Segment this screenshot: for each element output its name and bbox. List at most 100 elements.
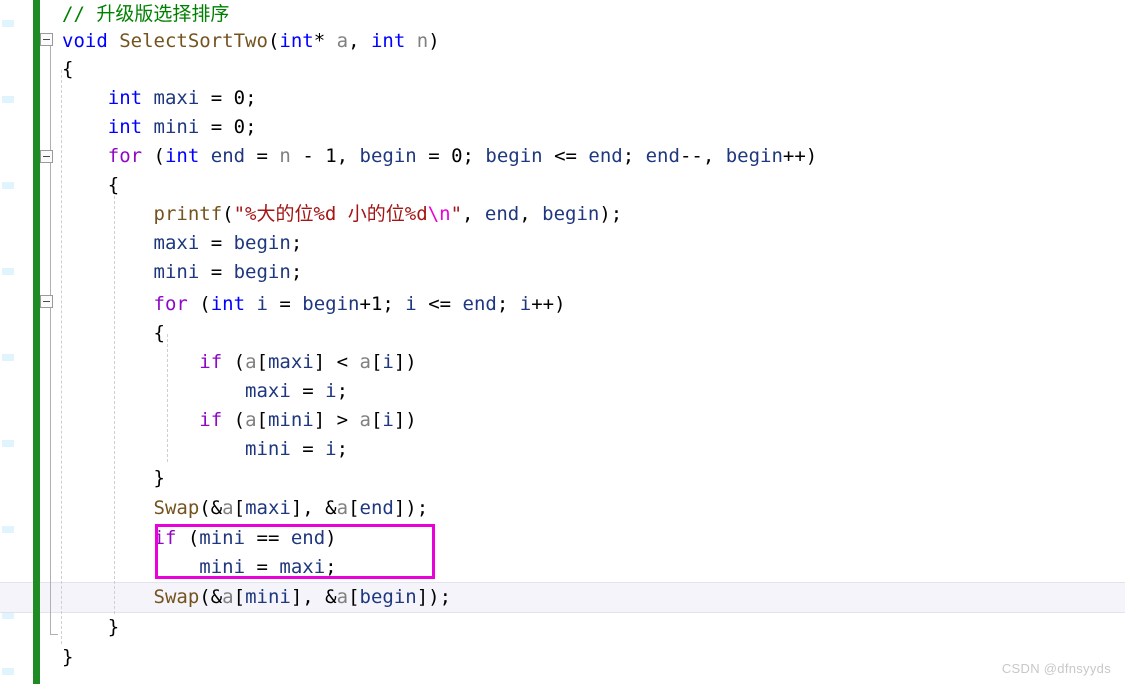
code-token: int xyxy=(107,116,143,138)
code-token: ++) xyxy=(782,145,818,167)
code-token: begin xyxy=(233,232,291,254)
code-line[interactable]: for (int i = begin+1; i <= end; i++) xyxy=(0,290,1125,319)
code-token: mini xyxy=(245,586,291,608)
code-token: " xyxy=(450,203,463,225)
code-token: begin xyxy=(302,293,360,315)
code-token: begin xyxy=(233,261,291,283)
code-token: end xyxy=(210,145,246,167)
code-line[interactable]: mini = i; xyxy=(0,435,1125,464)
code-token: Swap xyxy=(153,497,200,519)
code-token: maxi xyxy=(245,380,291,402)
code-token: begin xyxy=(485,145,543,167)
code-line[interactable]: printf("%大的位%d 小的位%d\n", end, begin); xyxy=(0,200,1125,229)
code-token: begin xyxy=(542,203,600,225)
code-line[interactable]: { xyxy=(0,319,1125,348)
code-line[interactable]: if (mini == end) xyxy=(0,524,1125,553)
code-line[interactable]: { xyxy=(0,171,1125,200)
code-token: a xyxy=(359,409,371,431)
code-line[interactable]: for (int end = n - 1, begin = 0; begin <… xyxy=(0,142,1125,171)
code-line[interactable]: } xyxy=(0,464,1125,493)
code-line[interactable]: void SelectSortTwo(int* a, int n) xyxy=(0,27,1125,56)
code-token: ; xyxy=(336,438,349,460)
code-token: a xyxy=(222,586,234,608)
code-token: begin xyxy=(359,145,417,167)
code-token: { xyxy=(62,58,74,80)
code-line[interactable]: { xyxy=(0,55,1125,84)
code-token: , xyxy=(348,30,371,52)
code-token: ; xyxy=(496,293,520,315)
code-token: ], & xyxy=(290,497,337,519)
code-line[interactable]: } xyxy=(0,613,1125,642)
code-token: "%大的位%d 小的位%d xyxy=(233,203,428,225)
code-token: = xyxy=(416,145,452,167)
code-line[interactable]: if (a[maxi] < a[i]) xyxy=(0,348,1125,377)
code-token: void xyxy=(62,30,108,52)
code-token: } xyxy=(62,616,120,638)
code-token: ( xyxy=(267,30,280,52)
code-token: end xyxy=(462,293,497,315)
code-text[interactable]: // 升级版选择排序 void SelectSortTwo(int* a, int… xyxy=(0,0,1125,684)
code-token: end xyxy=(290,527,326,549)
code-token: mini xyxy=(153,261,200,283)
code-token: end xyxy=(588,145,623,167)
code-line[interactable]: // 升级版选择排序 xyxy=(0,0,1125,29)
code-token: , xyxy=(462,203,485,225)
code-token: for xyxy=(153,293,188,315)
code-token: 0 xyxy=(233,87,246,109)
code-line[interactable]: int mini = 0; xyxy=(0,113,1125,142)
code-line[interactable]: int maxi = 0; xyxy=(0,84,1125,113)
code-line[interactable]: mini = maxi; xyxy=(0,553,1125,582)
code-token: ; xyxy=(245,87,257,109)
code-token: a xyxy=(336,497,349,519)
code-editor-surface[interactable]: // 升级版选择排序 void SelectSortTwo(int* a, int… xyxy=(0,0,1125,684)
code-token: ( xyxy=(187,293,211,315)
code-line[interactable]: Swap(&a[mini], &a[begin]); xyxy=(0,583,1125,612)
code-token: 0 xyxy=(233,116,246,138)
watermark-label: CSDN @dfnsyyds xyxy=(1001,661,1111,676)
code-line[interactable]: Swap(&a[maxi], &a[end]); xyxy=(0,494,1125,523)
code-token: end xyxy=(359,497,394,519)
code-line[interactable]: if (a[mini] > a[i]) xyxy=(0,406,1125,435)
code-token: a xyxy=(336,586,349,608)
code-token: a xyxy=(336,30,349,52)
code-token: [ xyxy=(233,497,246,519)
code-token: \n xyxy=(427,203,451,225)
code-token: <= xyxy=(542,145,589,167)
code-token: (& xyxy=(199,586,223,608)
code-token: = xyxy=(199,261,234,283)
code-token: // 升级版选择排序 xyxy=(62,3,230,25)
code-token: maxi xyxy=(153,87,200,109)
code-token: ; xyxy=(336,380,349,402)
code-token: ; xyxy=(622,145,646,167)
code-token: i xyxy=(382,409,394,431)
code-line[interactable]: mini = begin; xyxy=(0,258,1125,287)
code-line[interactable]: } xyxy=(0,643,1125,672)
code-token: 1 xyxy=(325,145,337,167)
code-token: maxi xyxy=(267,351,314,373)
code-token: ( xyxy=(222,203,234,225)
code-line[interactable]: maxi = i; xyxy=(0,377,1125,406)
code-token: ( xyxy=(142,145,165,167)
code-token: maxi xyxy=(245,497,291,519)
code-token: <= xyxy=(416,293,463,315)
code-token: mini xyxy=(153,116,200,138)
code-token: } xyxy=(62,467,165,489)
code-token: [ xyxy=(233,586,246,608)
code-token: ; xyxy=(290,232,303,254)
code-token: = xyxy=(199,232,234,254)
code-token: = xyxy=(267,293,303,315)
code-token: = xyxy=(290,380,326,402)
code-line[interactable]: maxi = begin; xyxy=(0,229,1125,258)
code-token: ; xyxy=(462,145,486,167)
code-token: i xyxy=(325,380,337,402)
